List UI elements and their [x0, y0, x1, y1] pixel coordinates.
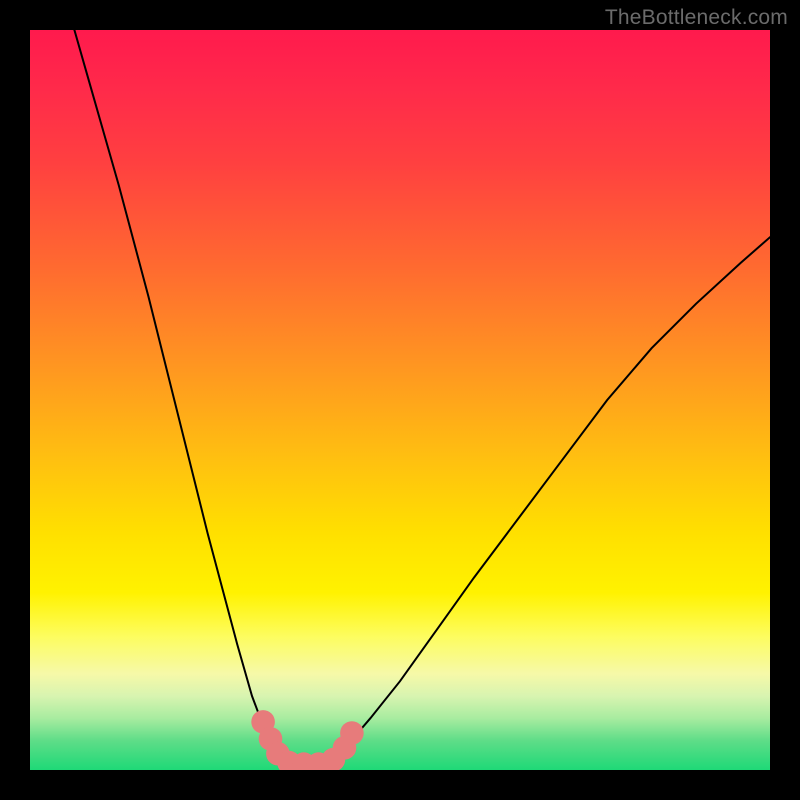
watermark-text: TheBottleneck.com — [605, 6, 788, 30]
curve-left-branch — [74, 30, 285, 761]
valley-marker-dot — [340, 721, 364, 745]
valley-markers — [251, 710, 363, 770]
curve-svg — [30, 30, 770, 770]
chart-frame: TheBottleneck.com — [0, 0, 800, 800]
curve-right-branch — [333, 237, 770, 761]
plot-area — [30, 30, 770, 770]
